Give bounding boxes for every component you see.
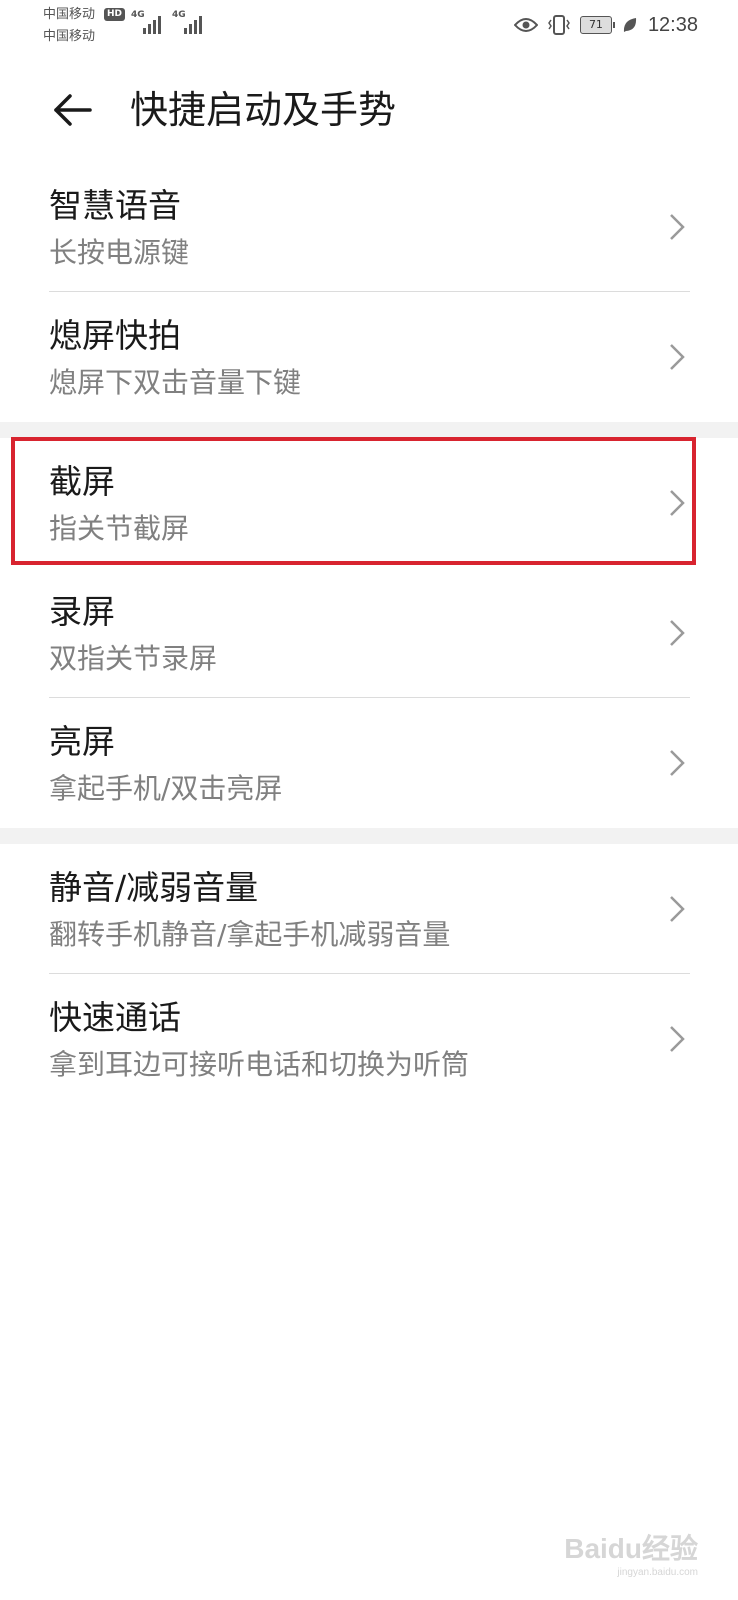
setting-title: 录屏 <box>49 592 115 631</box>
setting-subtitle: 熄屏下双击音量下键 <box>49 366 302 399</box>
setting-item-screenshot[interactable]: 截屏 指关节截屏 <box>0 438 738 568</box>
carrier-label-1: 中国移动 <box>43 7 96 22</box>
chevron-right-icon <box>670 1026 685 1052</box>
chevron-right-icon <box>670 620 685 646</box>
hd-badge: HD <box>104 8 126 21</box>
setting-title: 熄屏快拍 <box>49 316 181 355</box>
setting-subtitle: 拿到耳边可接听电话和切换为听筒 <box>49 1048 470 1081</box>
section-gap <box>0 422 738 438</box>
setting-item-wake-screen[interactable]: 亮屏 拿起手机/双击亮屏 <box>0 698 738 828</box>
status-bar: 中国移动 中国移动 HD 4G 4G 71 12:38 <box>0 0 738 56</box>
eye-icon <box>513 18 538 32</box>
chevron-right-icon <box>670 344 685 370</box>
setting-subtitle: 长按电源键 <box>49 236 190 269</box>
setting-item-quick-call[interactable]: 快速通话 拿到耳边可接听电话和切换为听筒 <box>0 974 738 1104</box>
settings-group-1: 智慧语音 长按电源键 熄屏快拍 熄屏下双击音量下键 <box>0 162 738 438</box>
setting-item-off-screen-snap[interactable]: 熄屏快拍 熄屏下双击音量下键 <box>0 292 738 422</box>
setting-title: 截屏 <box>49 462 115 501</box>
setting-title: 静音/减弱音量 <box>49 868 259 907</box>
vibrate-icon <box>548 15 570 35</box>
setting-subtitle: 翻转手机静音/拿起手机减弱音量 <box>49 918 451 951</box>
watermark-logo: Baidu经验 jingyan.baidu.com <box>564 1527 698 1578</box>
setting-title: 快速通话 <box>49 998 181 1037</box>
setting-subtitle: 指关节截屏 <box>49 512 190 545</box>
chevron-right-icon <box>670 490 685 516</box>
watermark-text: Baidu经验 <box>564 1533 698 1564</box>
status-time: 12:38 <box>647 13 698 36</box>
setting-title: 智慧语音 <box>49 186 181 225</box>
chevron-right-icon <box>670 214 685 240</box>
leaf-icon <box>623 18 637 32</box>
app-header: 快捷启动及手势 <box>0 70 738 150</box>
setting-subtitle: 双指关节录屏 <box>49 642 218 675</box>
setting-title: 亮屏 <box>49 722 115 761</box>
setting-subtitle: 拿起手机/双击亮屏 <box>49 772 283 805</box>
chevron-right-icon <box>670 896 685 922</box>
battery-icon: 71 <box>579 16 615 34</box>
back-arrow-icon[interactable] <box>50 88 94 132</box>
setting-item-screen-record[interactable]: 录屏 双指关节录屏 <box>0 568 738 698</box>
settings-group-2: 截屏 指关节截屏 录屏 双指关节录屏 亮屏 拿起手机/双击亮屏 <box>0 438 738 844</box>
setting-item-smart-voice[interactable]: 智慧语音 长按电源键 <box>0 162 738 292</box>
chevron-right-icon <box>670 750 685 776</box>
status-icons: 71 12:38 <box>513 12 698 38</box>
section-gap <box>0 828 738 844</box>
settings-group-3: 静音/减弱音量 翻转手机静音/拿起手机减弱音量 快速通话 拿到耳边可接听电话和切… <box>0 844 738 1104</box>
page-title: 快捷启动及手势 <box>130 88 397 132</box>
carrier-label-2: 中国移动 <box>43 29 96 44</box>
watermark-url: jingyan.baidu.com <box>617 1567 698 1578</box>
setting-item-mute[interactable]: 静音/减弱音量 翻转手机静音/拿起手机减弱音量 <box>0 844 738 974</box>
